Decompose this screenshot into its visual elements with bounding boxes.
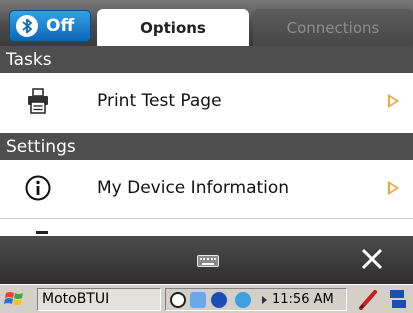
connectivity-icon[interactable] (235, 292, 251, 308)
windows-start-icon[interactable] (4, 289, 26, 309)
keyboard-icon[interactable] (197, 255, 219, 267)
bluetooth-tray-icon[interactable] (190, 292, 206, 308)
pen-input-icon[interactable] (355, 288, 381, 311)
my-device-information-label: My Device Information (97, 177, 290, 198)
close-icon[interactable] (358, 244, 386, 274)
list-item-my-device-information[interactable]: My Device Information (0, 160, 413, 215)
clock[interactable]: 11:56 AM (272, 289, 334, 310)
section-header-settings: Settings (0, 133, 413, 160)
printer-icon (24, 87, 52, 115)
chevron-right-icon (388, 93, 399, 108)
tray-expand-icon[interactable] (262, 296, 267, 304)
chevron-right-icon (388, 180, 399, 195)
list-divider (0, 218, 413, 219)
taskbar-app-button[interactable]: MotoBTUI (37, 288, 161, 311)
tab-options[interactable]: Options (97, 9, 249, 46)
network-icon[interactable] (170, 292, 186, 308)
input-panel-icon[interactable] (387, 288, 409, 311)
list-item-print-test-page[interactable]: Print Test Page (0, 73, 413, 128)
bluetooth-toggle-button[interactable]: Off (9, 10, 91, 42)
bluetooth-toggle-label: Off (46, 16, 75, 36)
taskbar: MotoBTUI 11:56 AM (0, 284, 413, 313)
bluetooth-icon (16, 15, 38, 37)
tab-bar: Off Options Connections (0, 0, 413, 46)
section-header-tasks: Tasks (0, 46, 413, 73)
motorola-icon[interactable] (211, 292, 227, 308)
info-icon (24, 174, 52, 202)
system-tray: 11:56 AM (165, 288, 347, 311)
soft-key-bar (0, 236, 413, 284)
tab-connections[interactable]: Connections (253, 9, 413, 46)
print-test-page-label: Print Test Page (97, 90, 222, 111)
partial-list-item-icon (36, 231, 48, 234)
